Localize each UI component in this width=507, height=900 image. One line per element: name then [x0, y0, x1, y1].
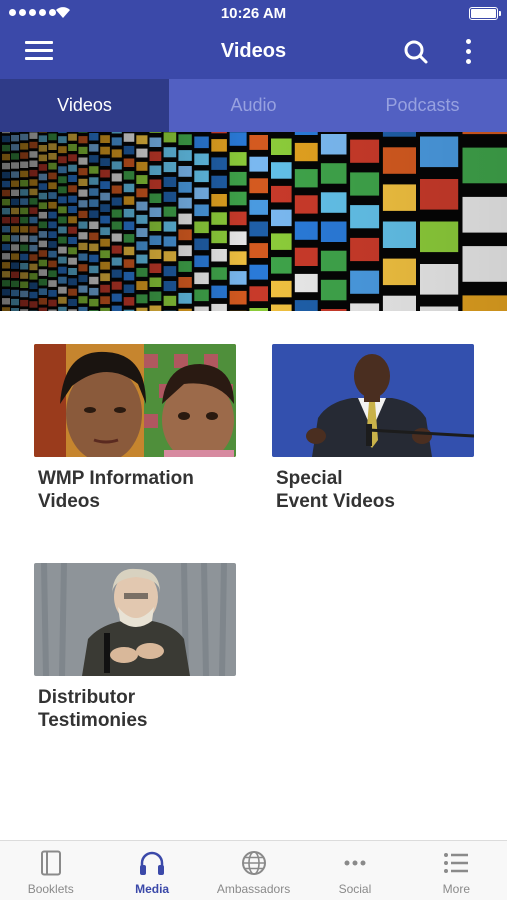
- media-tabs: Videos Audio Podcasts: [0, 79, 507, 132]
- page-title: Videos: [220, 40, 287, 62]
- card-title: WMP Information Videos: [38, 468, 194, 512]
- card-special-event-videos[interactable]: Special Event Videos: [272, 344, 474, 513]
- more-options-icon[interactable]: [459, 39, 477, 67]
- bottom-navigation: Booklets Media Ambassadors Social More: [0, 840, 507, 900]
- card-wmp-information-videos[interactable]: WMP Information Videos: [34, 344, 236, 513]
- nav-item-more[interactable]: More: [406, 841, 507, 900]
- ellipsis-icon: [344, 860, 366, 866]
- nav-item-media[interactable]: Media: [101, 841, 202, 900]
- card-thumbnail: [272, 344, 474, 457]
- booklet-icon: [40, 850, 61, 876]
- hero-banner-image: [0, 132, 507, 311]
- list-icon: [444, 853, 469, 873]
- app-bar: Videos: [0, 27, 507, 79]
- nav-item-ambassadors[interactable]: Ambassadors: [203, 841, 304, 900]
- headphones-icon: [140, 851, 165, 875]
- card-thumbnail: [34, 563, 236, 676]
- battery-icon: [469, 7, 501, 20]
- card-thumbnail: [34, 344, 236, 457]
- nav-item-social[interactable]: Social: [304, 841, 405, 900]
- tab-videos[interactable]: Videos: [0, 79, 169, 132]
- status-bar: 10:26 AM: [0, 0, 507, 27]
- card-distributor-testimonies[interactable]: Distributor Testimonies: [34, 563, 236, 732]
- status-time: 10:26 AM: [220, 5, 287, 22]
- tab-podcasts[interactable]: Podcasts: [338, 79, 507, 132]
- search-icon[interactable]: [403, 39, 429, 65]
- nav-item-booklets[interactable]: Booklets: [0, 841, 101, 900]
- globe-icon: [241, 851, 266, 875]
- tab-audio[interactable]: Audio: [169, 79, 338, 132]
- card-title: Special Event Videos: [276, 468, 395, 512]
- card-title: Distributor Testimonies: [38, 687, 148, 731]
